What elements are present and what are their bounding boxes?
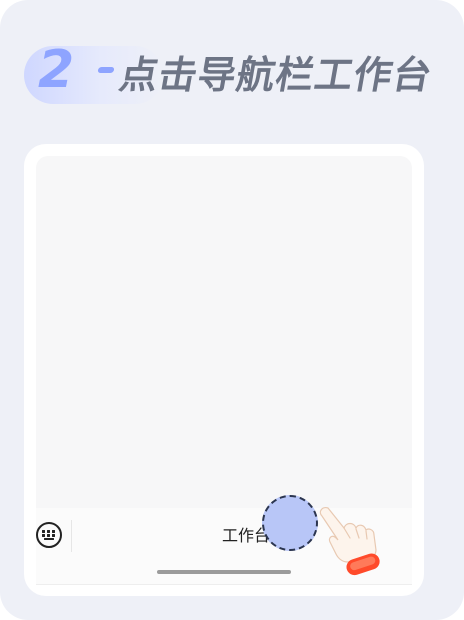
tutorial-card: 2 点击导航栏工作台 工作台	[0, 0, 464, 620]
keyboard-icon[interactable]	[36, 522, 62, 548]
nav-divider	[71, 520, 72, 552]
step-number: 2	[38, 40, 75, 100]
step-header: 2 点击导航栏工作台	[24, 40, 444, 112]
app-content-area	[36, 156, 412, 508]
home-indicator	[157, 570, 291, 574]
keyboard-keys	[42, 530, 56, 540]
tap-hand-icon	[319, 507, 380, 576]
step-title: 点击导航栏工作台	[116, 53, 436, 97]
step-dash-icon	[97, 67, 115, 73]
